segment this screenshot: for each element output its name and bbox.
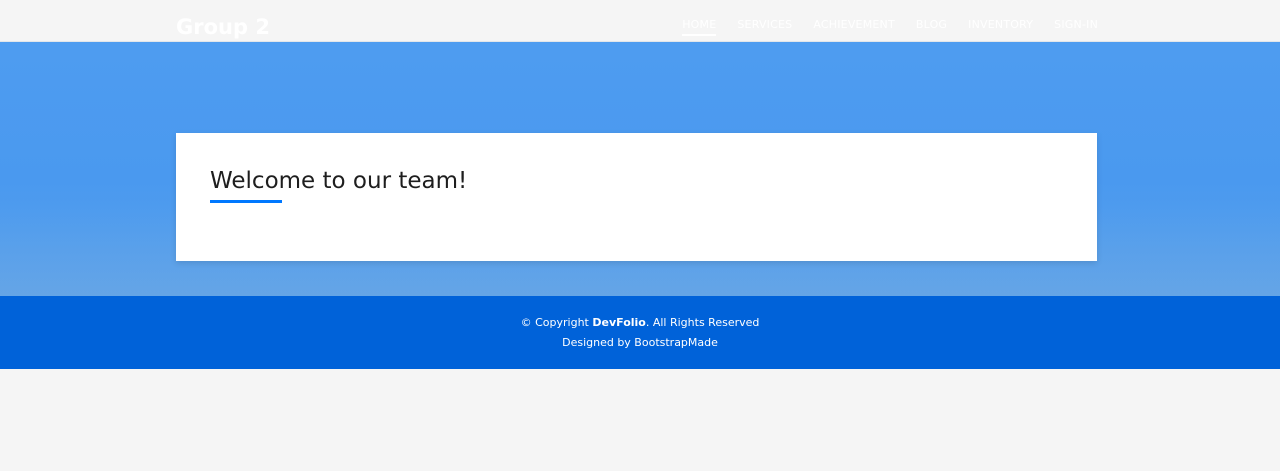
nav-item-achievement[interactable]: ACHIEVEMENT xyxy=(813,18,895,36)
footer-brand-name: DevFolio xyxy=(592,316,646,329)
designed-by-text: Designed by BootstrapMade xyxy=(562,336,718,349)
nav-item-services[interactable]: SERVICES xyxy=(737,18,792,36)
nav-item-inventory[interactable]: INVENTORY xyxy=(968,18,1033,36)
nav-item-blog[interactable]: BLOG xyxy=(916,18,947,36)
nav-item-sign-in[interactable]: SIGN-IN xyxy=(1054,18,1098,36)
title-underline xyxy=(210,200,282,203)
welcome-title: Welcome to our team! xyxy=(210,168,468,194)
footer: © Copyright DevFolio. All Rights Reserve… xyxy=(0,296,1280,369)
copyright-prefix: © Copyright xyxy=(520,316,589,329)
top-navbar: Group 2 HOME SERVICES ACHIEVEMENT BLOG I… xyxy=(0,0,1280,42)
welcome-card: Welcome to our team! xyxy=(176,133,1097,261)
copyright-suffix: . All Rights Reserved xyxy=(645,316,760,329)
copyright-text: © Copyright DevFolio. All Rights Reserve… xyxy=(0,315,1280,331)
nav-item-home[interactable]: HOME xyxy=(682,18,717,36)
main-nav: HOME SERVICES ACHIEVEMENT BLOG INVENTORY… xyxy=(682,18,1098,36)
brand-logo-link[interactable]: Group 2 xyxy=(176,13,270,41)
